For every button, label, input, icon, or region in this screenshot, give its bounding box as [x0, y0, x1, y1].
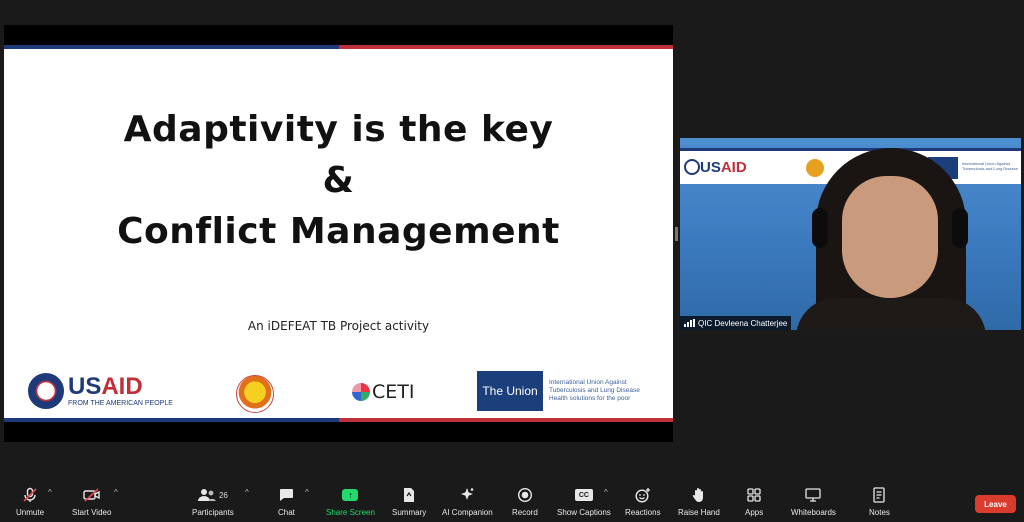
ai-companion-label: AI Companion — [442, 508, 493, 517]
slide-title-ampersand: & — [322, 160, 355, 201]
banner-usaid-aid: AID — [720, 159, 747, 176]
reactions-button[interactable]: Reactions — [625, 486, 661, 517]
muted-microphone-icon — [22, 486, 38, 504]
apps-label: Apps — [745, 508, 764, 517]
slide-bottom-stripe — [4, 418, 673, 422]
whiteboards-label: Whiteboards — [791, 508, 836, 517]
union-name: International Union Against Tuberculosis… — [549, 379, 640, 394]
meeting-stage: Adaptivity is the key & Conflict Managem… — [0, 0, 1024, 478]
share-screen-label: Share Screen — [326, 508, 375, 517]
captions-cc-icon: CC — [574, 486, 593, 504]
participant-video-tile[interactable]: USAID International Union Against Tuberc… — [680, 138, 1021, 330]
show-captions-label: Show Captions — [557, 508, 611, 517]
start-video-button[interactable]: Start Video — [72, 486, 111, 517]
headset-icon — [812, 208, 828, 248]
usaid-word-aid: AID — [101, 372, 143, 400]
participants-options-chevron-icon[interactable]: ^ — [245, 488, 249, 497]
usaid-logo: USAID FROM THE AMERICAN PEOPLE — [28, 373, 173, 409]
show-captions-button[interactable]: CC Show Captions — [557, 486, 611, 517]
slide-logo-row: USAID FROM THE AMERICAN PEOPLE CETI The … — [4, 371, 673, 415]
audio-options-chevron-icon[interactable]: ^ — [48, 488, 52, 497]
whiteboard-icon — [805, 486, 822, 504]
smiley-plus-icon — [635, 486, 651, 504]
ceti-word: CETI — [372, 381, 415, 403]
video-off-icon — [83, 486, 101, 504]
captions-options-chevron-icon[interactable]: ^ — [604, 488, 608, 497]
record-button[interactable]: Record — [512, 486, 538, 517]
apps-icon — [747, 486, 761, 504]
apps-button[interactable]: Apps — [745, 486, 763, 517]
ai-companion-button[interactable]: AI Companion — [442, 486, 493, 517]
leave-button[interactable]: Leave — [975, 495, 1016, 513]
chat-bubble-icon — [278, 486, 294, 504]
slide-top-stripe — [4, 45, 673, 49]
unmute-button[interactable]: Unmute — [16, 486, 44, 517]
share-screen-button[interactable]: ↑ Share Screen — [326, 486, 375, 517]
slide-title-line-3: Conflict Management — [117, 211, 560, 252]
record-icon — [517, 486, 533, 504]
participant-name: QIC Devleena Chatterjee — [698, 318, 788, 328]
participant-name-label: QIC Devleena Chatterjee — [680, 316, 792, 330]
summary-button[interactable]: Summary — [392, 486, 426, 517]
start-video-label: Start Video — [72, 508, 112, 517]
sparkle-icon — [459, 486, 475, 504]
banner-usaid-us: US — [700, 159, 721, 176]
ceti-logo: CETI — [352, 381, 414, 403]
raise-hand-button[interactable]: Raise Hand — [678, 486, 720, 517]
video-options-chevron-icon[interactable]: ^ — [114, 488, 118, 497]
shared-screen: Adaptivity is the key & Conflict Managem… — [4, 25, 673, 442]
summary-label: Summary — [392, 508, 427, 517]
reactions-label: Reactions — [625, 508, 661, 517]
chat-options-chevron-icon[interactable]: ^ — [305, 488, 309, 497]
notes-label: Notes — [869, 508, 890, 517]
meeting-toolbar: Unmute ^ Start Video ^ 26 Participants ^… — [0, 478, 1024, 522]
record-label: Record — [512, 508, 538, 517]
hand-icon — [692, 486, 706, 504]
participant-video — [796, 148, 986, 330]
slide-title-line-1: Adaptivity is the key — [123, 109, 554, 150]
presentation-slide: Adaptivity is the key & Conflict Managem… — [4, 45, 673, 422]
usaid-seal-icon — [28, 373, 64, 409]
slide-subtitle: An iDEFEAT TB Project activity — [247, 319, 430, 333]
ceti-mark-icon — [352, 383, 370, 401]
raise-hand-label: Raise Hand — [678, 508, 720, 517]
notes-button[interactable]: Notes — [869, 486, 890, 517]
notes-icon — [873, 486, 886, 504]
the-union-logo: The Union International Union Against Tu… — [477, 371, 659, 411]
usaid-seal-icon — [684, 159, 700, 175]
split-view-handle[interactable] — [675, 227, 678, 241]
signal-strength-icon — [684, 319, 695, 327]
usaid-word-us: US — [68, 372, 102, 400]
union-box: The Union — [477, 371, 543, 411]
ntep-logo-icon — [236, 375, 274, 413]
union-tagline: Health solutions for the poor — [549, 395, 631, 402]
chat-label: Chat — [278, 508, 295, 517]
usaid-tagline: FROM THE AMERICAN PEOPLE — [68, 399, 173, 407]
participants-icon: 26 — [197, 486, 228, 504]
summary-document-icon — [402, 486, 416, 504]
whiteboards-button[interactable]: Whiteboards — [791, 486, 836, 517]
participants-label: Participants — [192, 508, 234, 517]
cc-badge: CC — [574, 489, 593, 501]
share-screen-icon: ↑ — [342, 486, 359, 504]
unmute-label: Unmute — [16, 508, 45, 517]
participants-button[interactable]: 26 Participants — [192, 486, 234, 517]
participants-count: 26 — [218, 490, 228, 500]
chat-button[interactable]: Chat — [278, 486, 295, 517]
